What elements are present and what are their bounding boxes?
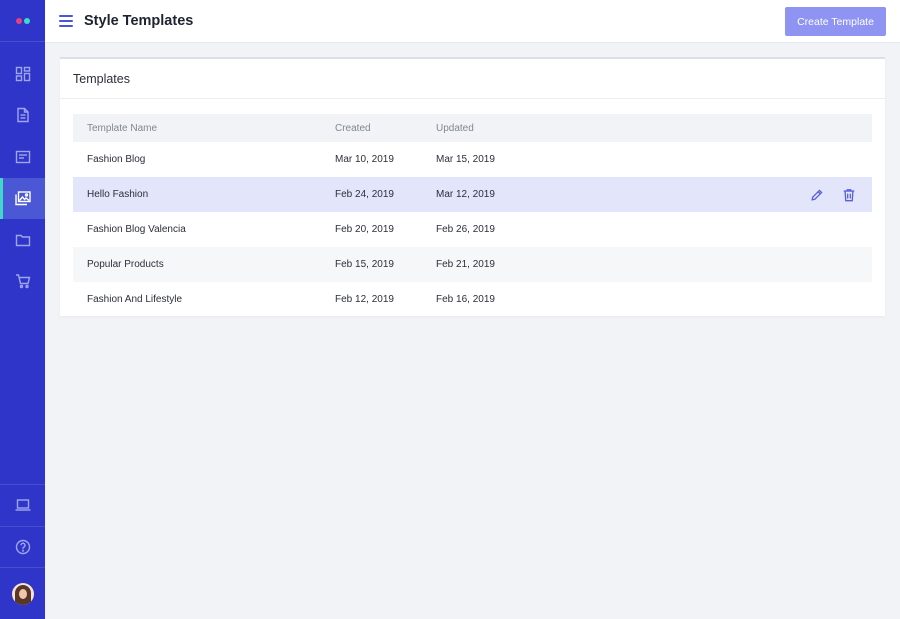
sidebar-item-devices[interactable]: [0, 484, 45, 526]
user-menu[interactable]: [0, 567, 45, 619]
card-title: Templates: [60, 59, 885, 99]
updated-date: Mar 15, 2019: [436, 154, 495, 165]
templates-card: Templates Template Name Created Updated …: [60, 57, 885, 316]
updated-date: Feb 21, 2019: [436, 259, 495, 270]
created-date: Feb 15, 2019: [335, 259, 394, 270]
hamburger-menu-icon[interactable]: [59, 15, 73, 27]
sidebar-item-documents[interactable]: [0, 95, 45, 137]
updated-date: Mar 12, 2019: [436, 189, 495, 200]
logo-dot-teal: [23, 17, 30, 24]
trash-icon[interactable]: [842, 188, 856, 202]
created-date: Feb 20, 2019: [335, 224, 394, 235]
top-bar: Style Templates Create Template: [45, 0, 900, 43]
app-logo[interactable]: [0, 0, 45, 42]
updated-date: Feb 16, 2019: [436, 294, 495, 305]
create-template-button[interactable]: Create Template: [785, 7, 886, 36]
column-header-created[interactable]: Created: [335, 123, 436, 134]
table-row[interactable]: Fashion Blog Valencia Feb 20, 2019 Feb 2…: [73, 212, 872, 247]
logo-dot-pink: [15, 17, 22, 24]
card-icon: [15, 150, 30, 163]
sidebar-item-folders[interactable]: [0, 219, 45, 261]
template-name: Fashion Blog Valencia: [87, 224, 186, 235]
template-name: Hello Fashion: [87, 189, 149, 200]
created-date: Feb 24, 2019: [335, 189, 394, 200]
edit-icon[interactable]: [810, 188, 824, 202]
templates-table: Template Name Created Updated Fashion Bl…: [73, 114, 872, 317]
cart-icon: [15, 274, 30, 289]
page-title: Style Templates: [84, 13, 194, 29]
folder-icon: [15, 234, 30, 246]
sidebar-item-cards[interactable]: [0, 136, 45, 178]
help-icon: [15, 539, 30, 554]
column-header-updated[interactable]: Updated: [436, 123, 556, 134]
laptop-icon: [15, 499, 30, 511]
table-row-selected[interactable]: Hello Fashion Feb 24, 2019 Mar 12, 2019: [73, 177, 872, 212]
sidebar-item-help[interactable]: [0, 525, 45, 568]
template-name: Popular Products: [87, 259, 164, 270]
updated-date: Feb 26, 2019: [436, 224, 495, 235]
sidebar-nav: [0, 42, 45, 302]
document-icon: [16, 108, 29, 123]
sidebar: [0, 0, 45, 619]
table-header: Template Name Created Updated: [73, 114, 872, 142]
table-row[interactable]: Popular Products Feb 15, 2019 Feb 21, 20…: [73, 247, 872, 282]
template-name: Fashion And Lifestyle: [87, 294, 183, 305]
row-actions: [810, 177, 856, 212]
table-row[interactable]: Fashion And Lifestyle Feb 12, 2019 Feb 1…: [73, 282, 872, 317]
images-icon: [14, 191, 31, 206]
sidebar-bottom: [0, 484, 45, 619]
sidebar-item-cart[interactable]: [0, 261, 45, 303]
column-header-name[interactable]: Template Name: [73, 123, 335, 134]
table-row[interactable]: Fashion Blog Mar 10, 2019 Mar 15, 2019: [73, 142, 872, 177]
template-name: Fashion Blog: [87, 154, 146, 165]
created-date: Feb 12, 2019: [335, 294, 394, 305]
avatar[interactable]: [11, 582, 34, 605]
created-date: Mar 10, 2019: [335, 154, 394, 165]
sidebar-item-style-templates[interactable]: [0, 177, 45, 219]
sidebar-item-dashboard[interactable]: [0, 53, 45, 95]
dashboard-icon: [15, 66, 30, 81]
